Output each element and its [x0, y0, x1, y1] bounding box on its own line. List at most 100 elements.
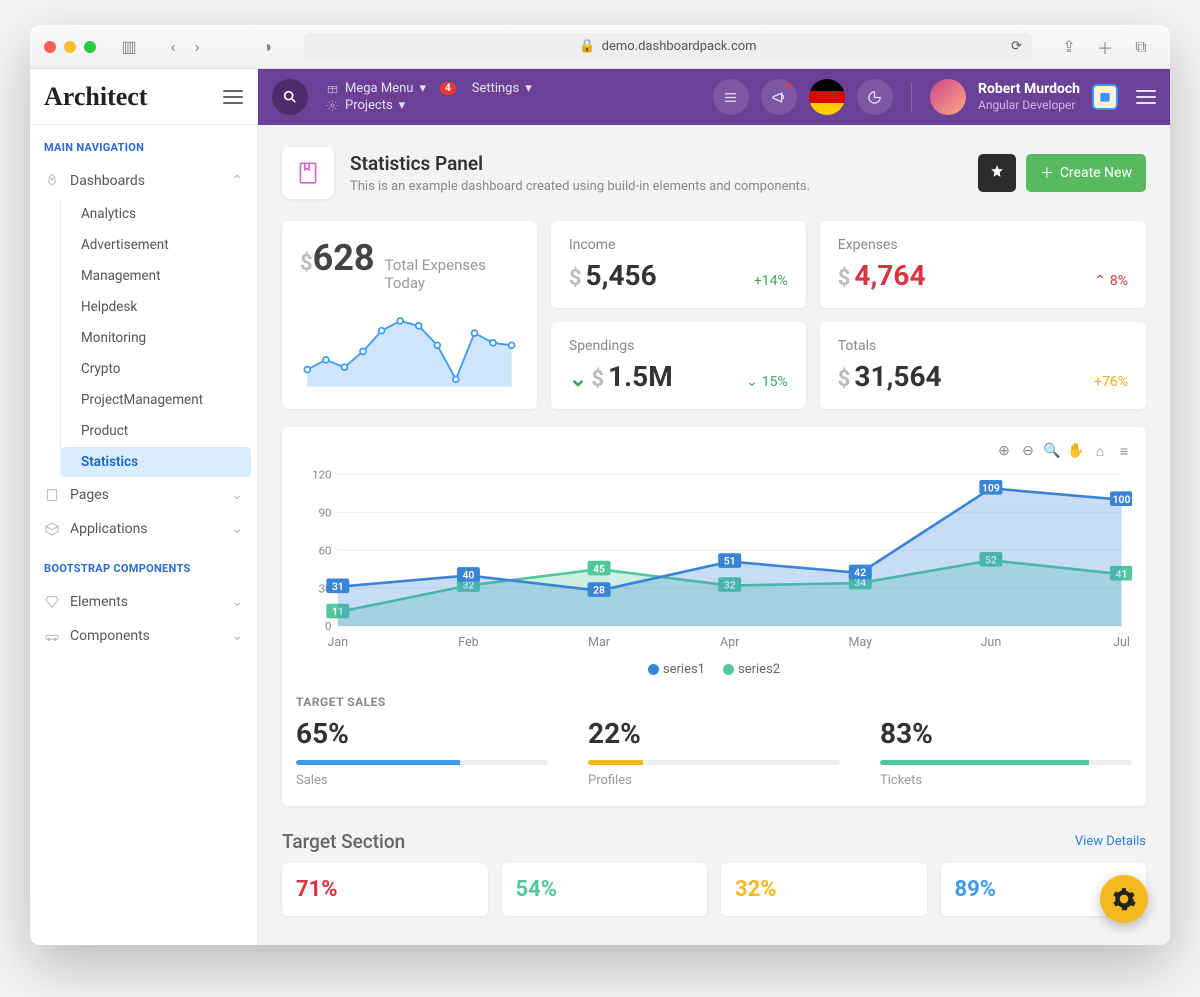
nav-components[interactable]: Components ⌄ [30, 619, 257, 653]
favorite-button[interactable] [978, 154, 1016, 192]
settings-fab[interactable] [1100, 875, 1148, 923]
reload-icon[interactable]: ⟳ [1011, 39, 1022, 54]
stat-total-expenses: $628 Total Expenses Today [282, 221, 537, 409]
calendar-icon [1098, 90, 1112, 104]
sidebar: Architect MAIN NAVIGATION Dashboards ⌃ A… [30, 69, 258, 945]
svg-text:60: 60 [319, 543, 332, 557]
svg-text:Feb: Feb [458, 635, 478, 650]
close-window[interactable] [44, 41, 56, 53]
url-text: demo.dashboardpack.com [602, 39, 757, 54]
calendar-button[interactable] [1092, 84, 1118, 110]
tabs-icon[interactable]: ⧉ [1130, 36, 1152, 58]
view-details-link[interactable]: View Details [1075, 834, 1146, 849]
share-icon[interactable]: ⇪ [1058, 36, 1080, 58]
right-drawer-toggle[interactable] [1136, 90, 1156, 104]
sidebar-hamburger[interactable] [223, 90, 243, 104]
legend-item[interactable]: series1 [648, 662, 705, 677]
gift-icon [326, 82, 339, 95]
sidebar-item-advertisement[interactable]: Advertisement [61, 230, 251, 260]
new-tab-icon[interactable]: ＋ [1094, 36, 1116, 58]
user-avatar[interactable] [930, 79, 966, 115]
svg-text:109: 109 [982, 481, 1000, 494]
sidebar-item-crypto[interactable]: Crypto [61, 354, 251, 384]
svg-text:90: 90 [319, 506, 332, 520]
logo: Architect [44, 82, 147, 112]
main-content: Mega Menu▾ 4 Settings▾ Projects▾ [258, 69, 1170, 945]
sidebar-item-statistics[interactable]: Statistics [61, 447, 251, 477]
legend-item[interactable]: series2 [723, 662, 780, 677]
url-bar[interactable]: 🔒 demo.dashboardpack.com ⟳ [304, 33, 1032, 61]
chevron-down-icon: ⌄ [231, 594, 243, 610]
sidebar-item-analytics[interactable]: Analytics [61, 199, 251, 229]
search-button[interactable] [272, 79, 308, 115]
chevron-down-icon: ⌄ [231, 628, 243, 644]
mini-stat: 71% [282, 863, 488, 916]
user-name: Robert Murdoch [978, 80, 1080, 98]
home-icon[interactable]: ⌂ [1092, 443, 1108, 460]
forward-button[interactable]: › [186, 36, 208, 58]
star-icon [990, 164, 1004, 178]
mega-menu-link[interactable]: Mega Menu▾ [326, 81, 426, 96]
zoom-selection-icon[interactable]: 🔍 [1044, 443, 1060, 460]
svg-text:42: 42 [854, 566, 866, 579]
stat-totals: Totals $31,564+76% [820, 322, 1146, 409]
nav-elements[interactable]: Elements ⌄ [30, 585, 257, 619]
mini-stat: 32% [721, 863, 927, 916]
language-flag-germany[interactable] [809, 79, 845, 115]
stat-income: Income $5,456+14% [551, 221, 806, 308]
sidebar-item-projectmanagement[interactable]: ProjectManagement [61, 385, 251, 415]
sidebar-item-product[interactable]: Product [61, 416, 251, 446]
chart-menu-icon[interactable]: ≡ [1116, 443, 1132, 460]
nav-section-main: MAIN NAVIGATION [30, 125, 257, 164]
svg-text:Jun: Jun [981, 635, 1002, 650]
rocket-icon [44, 173, 60, 189]
page-icon [44, 487, 60, 503]
target-sales-title: TARGET SALES [296, 695, 1132, 709]
nav-dashboards[interactable]: Dashboards ⌃ [30, 164, 257, 198]
zoom-in-icon[interactable]: ⊕ [996, 443, 1012, 460]
minimize-window[interactable] [64, 41, 76, 53]
gear-icon [1111, 886, 1137, 912]
svg-text:31: 31 [332, 580, 344, 593]
grid-menu-button[interactable] [713, 79, 749, 115]
zoom-out-icon[interactable]: ⊖ [1020, 443, 1036, 460]
settings-badge: 4 [440, 82, 456, 95]
chart-pie-icon [867, 90, 882, 105]
shield-icon[interactable]: ◑ [256, 36, 278, 58]
create-new-button[interactable]: ＋ Create New [1026, 154, 1146, 192]
sidebar-item-helpdesk[interactable]: Helpdesk [61, 292, 251, 322]
sidebar-toggle-icon[interactable]: ▥ [118, 36, 140, 58]
target-section-title: Target Section [282, 830, 405, 853]
maximize-window[interactable] [84, 41, 96, 53]
svg-text:May: May [848, 635, 872, 650]
chevron-down-icon: ⌄ [231, 487, 243, 503]
bookmark-icon [295, 160, 321, 186]
activity-button[interactable] [857, 79, 893, 115]
page-icon [282, 147, 334, 199]
sidebar-item-management[interactable]: Management [61, 261, 251, 291]
svg-text:0: 0 [325, 619, 331, 633]
caret-up-icon: ⌃ [1094, 273, 1106, 289]
nav-pages[interactable]: Pages ⌄ [30, 478, 257, 512]
main-chart-card: ⊕ ⊖ 🔍 ✋ ⌂ ≡ 0306090120JanFebMarAprMayJun… [282, 427, 1146, 806]
settings-link[interactable]: Settings▾ [472, 81, 532, 96]
car-icon [44, 628, 60, 644]
svg-text:28: 28 [593, 584, 605, 597]
svg-text:45: 45 [593, 562, 605, 575]
svg-text:Mar: Mar [588, 635, 611, 650]
sidebar-item-monitoring[interactable]: Monitoring [61, 323, 251, 353]
notifications-button[interactable] [761, 79, 797, 115]
page-title: Statistics Panel [350, 152, 810, 175]
stat-spendings: Spendings ⌄$1.5M⌄15% [551, 322, 806, 409]
window-controls [44, 41, 96, 53]
target-sales: 65%Sales [296, 717, 548, 788]
projects-link[interactable]: Projects▾ [326, 98, 532, 113]
svg-text:Jan: Jan [327, 635, 348, 650]
user-role: Angular Developer [978, 98, 1080, 114]
topbar: Mega Menu▾ 4 Settings▾ Projects▾ [258, 69, 1170, 125]
nav-applications[interactable]: Applications ⌄ [30, 512, 257, 546]
chevron-up-icon: ⌃ [231, 173, 243, 189]
box-icon [44, 521, 60, 537]
pan-icon[interactable]: ✋ [1068, 443, 1084, 460]
back-button[interactable]: ‹ [162, 36, 184, 58]
